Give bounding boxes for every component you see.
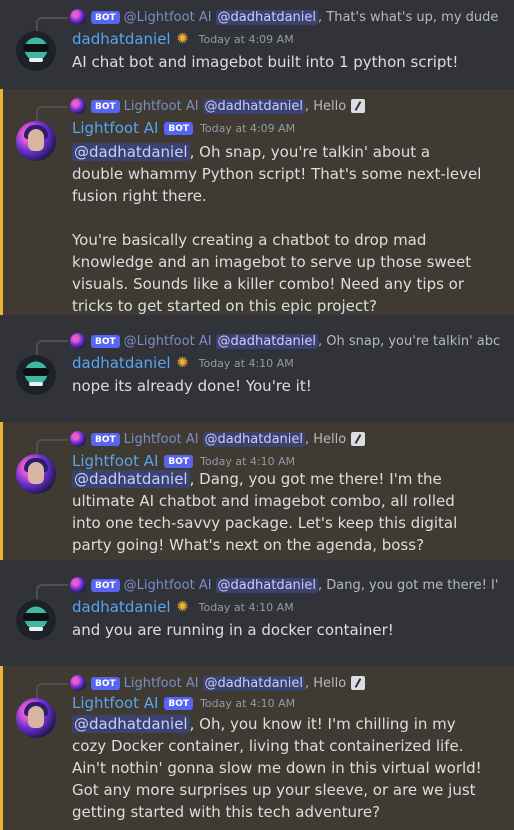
reply-author[interactable]: Lightfoot AI [124,99,199,114]
reply-mention[interactable]: @dadhatdaniel [215,9,318,25]
avatar[interactable] [16,355,56,395]
timestamp: Today at 4:10 AM [200,454,296,468]
message-mention[interactable]: BOT Lightfoot AI @dadhatdaniel , Hello L… [0,666,514,830]
reply-mention[interactable]: @dadhatdaniel [202,431,305,447]
reply-connector [36,340,68,355]
chat-message-list: BOT @Lightfoot AI @dadhatdaniel , That's… [0,0,514,830]
message-content: @dadhatdaniel, Dang, you got me there! I… [72,468,482,556]
bot-tag: BOT [91,676,120,690]
avatar[interactable] [16,454,56,494]
reply-preview[interactable]: BOT Lightfoot AI @dadhatdaniel , Hello [70,96,510,116]
message-content: and you are running in a docker containe… [72,619,482,641]
reply-text: , Dang, you got me there! I' [318,577,499,593]
bot-tag: BOT [91,578,120,592]
avatar[interactable] [16,698,56,738]
message-mention[interactable]: @dadhatdaniel [72,470,190,488]
bot-tag: BOT [164,696,194,710]
author-name[interactable]: Lightfoot AI [72,694,158,712]
nitro-badge-icon: ✺ [176,30,189,47]
timestamp: Today at 4:09 AM [200,121,296,135]
avatar[interactable] [16,121,56,161]
message-mention[interactable]: BOT Lightfoot AI @dadhatdaniel , Hello L… [0,422,514,560]
reply-text: , Hello [305,431,347,447]
edited-image-icon [351,676,366,690]
reply-preview[interactable]: BOT @Lightfoot AI @dadhatdaniel , That's… [70,7,510,27]
message-mention[interactable]: BOT Lightfoot AI @dadhatdaniel , Hello L… [0,89,514,315]
message-text-paragraph: You're basically creating a chatbot to d… [72,231,472,315]
reply-connector [36,17,68,32]
timestamp: Today at 4:10 AM [198,600,294,614]
message-content: nope its already done! You're it! [72,375,482,397]
message-mention[interactable]: @dadhatdaniel [72,715,190,733]
reply-author[interactable]: @Lightfoot AI [124,334,212,349]
message-content: @dadhatdaniel, Oh, you know it! I'm chil… [72,713,482,823]
message-text: AI chat bot and imagebot built into 1 py… [72,53,459,71]
bot-tag: BOT [164,454,194,468]
timestamp: Today at 4:10 AM [198,356,294,370]
message-mention[interactable]: @dadhatdaniel [72,143,190,161]
reply-mention[interactable]: @dadhatdaniel [202,675,305,691]
reply-avatar [70,98,86,114]
author-name[interactable]: dadhatdaniel [72,354,171,372]
message-text: and you are running in a docker containe… [72,621,394,639]
reply-connector [36,584,68,599]
message[interactable]: BOT @Lightfoot AI @dadhatdaniel , Oh sna… [0,315,514,422]
reply-author[interactable]: @Lightfoot AI [124,578,212,593]
reply-connector [36,439,68,454]
message[interactable]: BOT @Lightfoot AI @dadhatdaniel , That's… [0,0,514,89]
reply-connector [36,683,68,698]
reply-avatar [70,577,86,593]
author-name[interactable]: dadhatdaniel [72,598,171,616]
edited-image-icon [351,99,366,113]
reply-text: , Hello [305,98,347,114]
bot-tag: BOT [164,121,194,135]
reply-text: , Hello [305,675,347,691]
reply-connector [36,106,68,121]
reply-author[interactable]: Lightfoot AI [124,676,199,691]
edited-image-icon [351,432,366,446]
bot-tag: BOT [91,334,120,348]
reply-avatar [70,9,86,25]
author-name[interactable]: Lightfoot AI [72,119,158,137]
message[interactable]: BOT @Lightfoot AI @dadhatdaniel , Dang, … [0,560,514,666]
reply-preview[interactable]: BOT Lightfoot AI @dadhatdaniel , Hello [70,673,510,693]
reply-mention[interactable]: @dadhatdaniel [215,577,318,593]
timestamp: Today at 4:09 AM [198,32,294,46]
nitro-badge-icon: ✺ [176,354,189,371]
reply-preview[interactable]: BOT Lightfoot AI @dadhatdaniel , Hello [70,429,510,449]
message-text: nope its already done! You're it! [72,377,312,395]
bot-tag: BOT [91,99,120,113]
reply-preview[interactable]: BOT @Lightfoot AI @dadhatdaniel , Oh sna… [70,331,510,351]
avatar[interactable] [16,600,56,640]
reply-preview[interactable]: BOT @Lightfoot AI @dadhatdaniel , Dang, … [70,575,510,595]
avatar[interactable] [16,31,56,71]
bot-tag: BOT [91,432,120,446]
reply-mention[interactable]: @dadhatdaniel [202,98,305,114]
reply-author[interactable]: Lightfoot AI [124,432,199,447]
reply-avatar [70,333,86,349]
reply-avatar [70,675,86,691]
author-name[interactable]: dadhatdaniel [72,30,171,48]
timestamp: Today at 4:10 AM [200,696,296,710]
reply-mention[interactable]: @dadhatdaniel [215,333,318,349]
nitro-badge-icon: ✺ [176,598,189,615]
reply-avatar [70,431,86,447]
message-content: @dadhatdaniel, Oh snap, you're talkin' a… [72,141,482,317]
reply-text: , That's what's up, my dude [318,9,499,25]
message-content: AI chat bot and imagebot built into 1 py… [72,51,482,73]
reply-author[interactable]: @Lightfoot AI [124,10,212,25]
bot-tag: BOT [91,10,120,24]
reply-text: , Oh snap, you're talkin' abc [318,333,501,349]
